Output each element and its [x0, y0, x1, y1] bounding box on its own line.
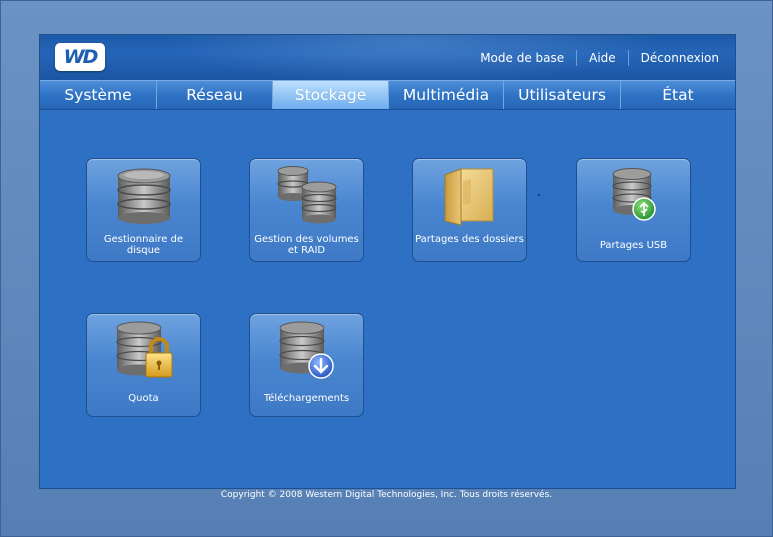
tab-storage[interactable]: Stockage	[273, 81, 389, 109]
logo-text: WD	[63, 46, 99, 68]
storage-content: Gestionnaire de disque Gestion des volum…	[40, 110, 735, 488]
header-bar: WD Mode de base Aide Déconnexion	[40, 35, 735, 80]
disk-stack-icon	[117, 168, 171, 224]
tile-volumes-raid[interactable]: Gestion des volumes et RAID	[249, 158, 364, 262]
tile-disk-manager[interactable]: Gestionnaire de disque	[86, 158, 201, 262]
top-links: Mode de base Aide Déconnexion	[468, 50, 719, 66]
tile-label: Téléchargements	[263, 393, 350, 404]
admin-panel: WD Mode de base Aide Déconnexion Système…	[39, 34, 736, 489]
tab-network[interactable]: Réseau	[157, 81, 273, 109]
tile-label: Gestion des volumes et RAID	[254, 234, 359, 256]
usb-disk-icon	[612, 168, 656, 221]
wd-logo[interactable]: WD	[55, 43, 105, 71]
tile-label: Quota	[128, 393, 159, 404]
tile-usb-shares[interactable]: Partages USB	[576, 158, 691, 262]
tile-label: Partages USB	[599, 240, 668, 251]
tile-downloads[interactable]: Téléchargements	[249, 313, 364, 417]
copyright-footer: Copyright © 2008 Western Digital Technol…	[220, 490, 553, 500]
tile-label: Partages des dossiers	[415, 234, 524, 245]
tab-system[interactable]: Système	[40, 81, 157, 109]
multi-disk-icon	[277, 166, 337, 224]
basic-mode-link[interactable]: Mode de base	[468, 51, 576, 65]
main-nav: Système Réseau Stockage Multimédia Utili…	[40, 80, 735, 110]
tab-multimedia[interactable]: Multimédia	[389, 81, 504, 109]
dot-marker	[538, 194, 540, 196]
help-link[interactable]: Aide	[577, 51, 628, 65]
logout-link[interactable]: Déconnexion	[629, 51, 719, 65]
lock-disk-icon	[116, 321, 173, 378]
download-disk-icon	[279, 321, 334, 379]
tile-folder-shares[interactable]: Partages des dossiers	[412, 158, 527, 262]
tab-users[interactable]: Utilisateurs	[504, 81, 621, 109]
tile-label: Gestionnaire de disque	[103, 234, 184, 256]
tile-quota[interactable]: Quota	[86, 313, 201, 417]
folder-icon	[444, 168, 494, 226]
tab-status[interactable]: État	[621, 81, 735, 109]
